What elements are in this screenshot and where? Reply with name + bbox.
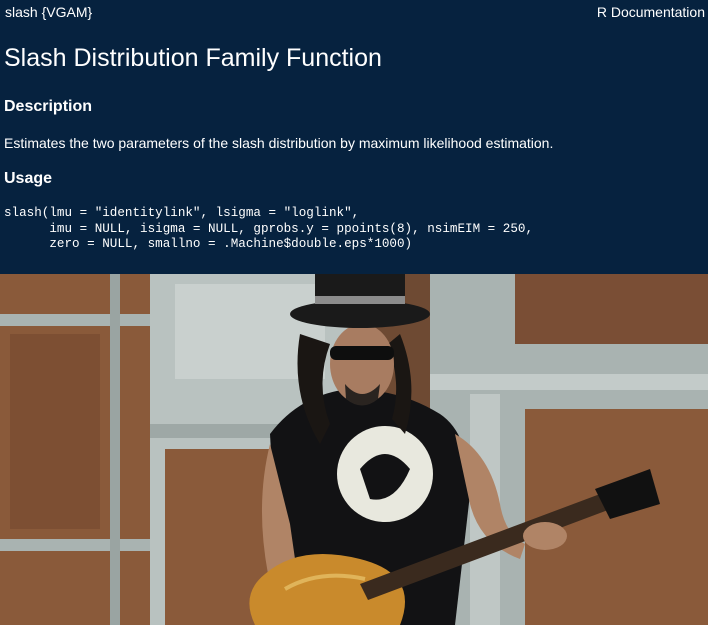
usage-line-1: slash(lmu = "identitylink", lsigma = "lo… [4, 206, 360, 220]
guitarist-photo [0, 274, 708, 625]
package-label: slash {VGAM} [5, 4, 93, 20]
r-documentation-label: R Documentation [596, 4, 705, 20]
usage-code-block: slash(lmu = "identitylink", lsigma = "lo… [4, 206, 533, 253]
usage-line-3: zero = NULL, smallno = .Machine$double.e… [4, 237, 413, 251]
description-heading: Description [4, 98, 93, 115]
description-text: Estimates the two parameters of the slas… [4, 135, 554, 151]
usage-heading: Usage [4, 170, 53, 187]
documentation-panel: slash {VGAM} R Documentation Slash Distr… [0, 0, 708, 274]
page-title: Slash Distribution Family Function [4, 44, 382, 72]
usage-line-2: imu = NULL, isigma = NULL, gprobs.y = pp… [4, 221, 534, 236]
header-bar: slash {VGAM} R Documentation [0, 3, 708, 21]
